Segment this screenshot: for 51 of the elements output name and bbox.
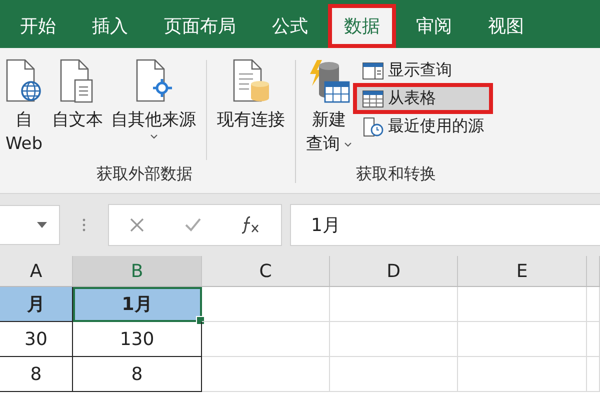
column-header[interactable]: E (458, 256, 587, 286)
button-label: 新建 (312, 109, 346, 132)
column-header[interactable]: B (73, 256, 202, 286)
button-label: 自 (16, 109, 32, 132)
function-icon[interactable] (241, 216, 262, 234)
ribbon-small-button[interactable]: 从表格 (356, 86, 490, 111)
ribbon-button[interactable]: 现有连接 (213, 56, 289, 134)
document-globe-icon (4, 58, 44, 104)
window-list-icon (362, 62, 384, 80)
button-label: 查询 (306, 133, 340, 156)
group-label: 获取和转换 (355, 164, 437, 185)
ribbon-button[interactable]: 新建 查询 (302, 56, 356, 158)
ribbon-button[interactable]: 自文本 (48, 56, 107, 134)
check-icon[interactable] (184, 217, 202, 233)
document-node-icon (134, 58, 174, 104)
table-cell: 30 (0, 322, 73, 357)
fill-handle[interactable] (196, 316, 205, 325)
table-cell: 130 (73, 322, 202, 357)
ribbon-tab[interactable]: 数据 (328, 4, 396, 48)
table-cell: 1月 (73, 287, 202, 322)
button-label: Web (5, 133, 43, 156)
column-header[interactable]: C (202, 256, 330, 286)
ribbon-tab[interactable]: 开始 (4, 4, 72, 48)
ribbon-tab[interactable]: 公式 (256, 4, 324, 48)
ribbon-small-button[interactable]: 显示查询 (356, 58, 490, 83)
empty-cell (587, 357, 600, 392)
name-box[interactable] (0, 205, 60, 245)
ribbon-button[interactable]: 自 Web (0, 56, 48, 158)
document-clock-icon (362, 116, 384, 136)
button-label: 自文本 (52, 109, 103, 132)
button-label: 自其他来源 (111, 109, 196, 132)
ribbon-tab[interactable]: 页面布局 (148, 4, 252, 48)
ribbon-small-button[interactable]: 最近使用的源 (356, 114, 490, 139)
column-header[interactable]: D (330, 256, 458, 286)
table-cell: 8 (0, 357, 73, 392)
empty-cell (587, 322, 600, 357)
table-cell: 月 (0, 287, 73, 322)
grip-icon (82, 217, 86, 233)
group-label: 获取外部数据 (96, 164, 194, 185)
ribbon-tab[interactable]: 审阅 (400, 4, 468, 48)
table-icon (362, 90, 384, 108)
ribbon-tab[interactable]: 插入 (76, 4, 144, 48)
ribbon-tab[interactable]: 视图 (472, 4, 540, 48)
ribbon-button[interactable]: 自其他来源 (107, 56, 200, 142)
button-label: 现有连接 (217, 109, 285, 132)
database-table-icon (307, 58, 351, 104)
formula-input[interactable]: 1月 (290, 204, 600, 246)
cancel-icon[interactable] (128, 217, 145, 233)
document-database-icon (231, 58, 271, 104)
dropdown-icon (37, 222, 47, 228)
table-cell: 8 (73, 357, 202, 392)
